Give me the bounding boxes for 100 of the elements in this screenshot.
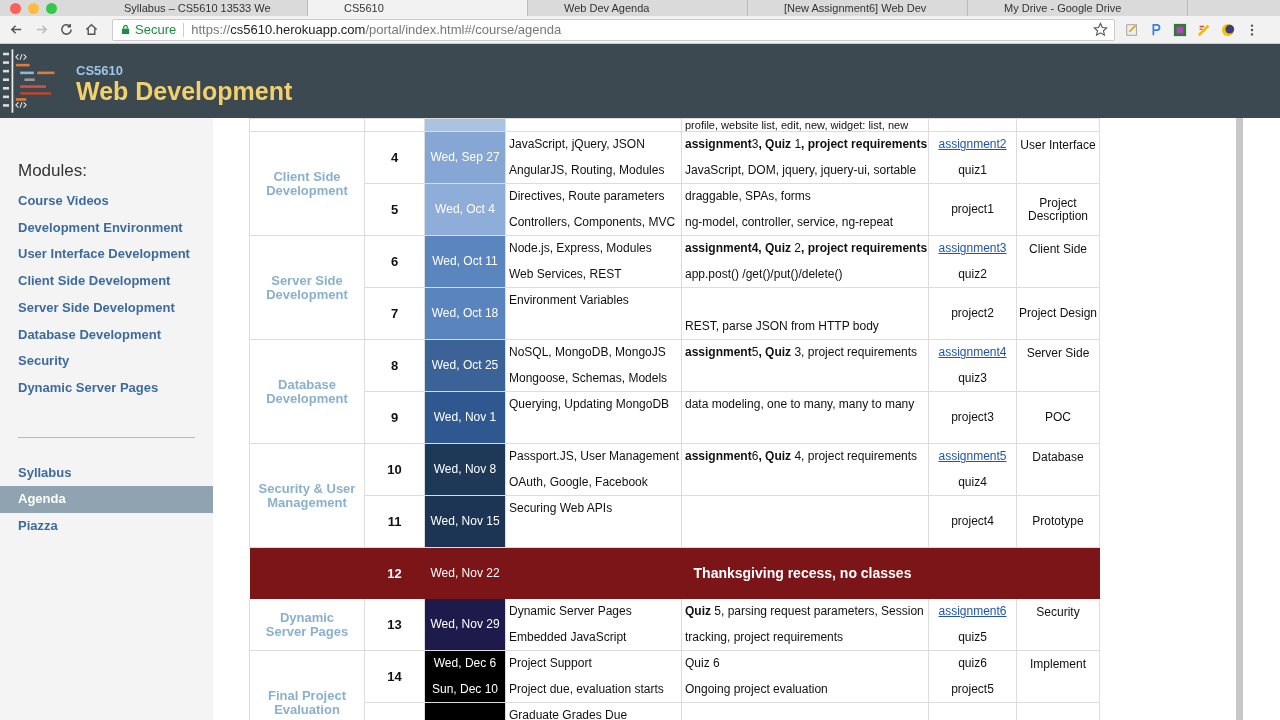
- assignment-link[interactable]: assignment6: [938, 604, 1007, 618]
- topic-text: Embedded JavaScript: [509, 629, 627, 644]
- minimize-dot-icon[interactable]: [28, 2, 39, 14]
- phase-text: Project Description: [1028, 195, 1088, 223]
- topic-text: Mongoose, Schemas, Models: [509, 370, 668, 385]
- due-text: project1: [951, 201, 994, 216]
- due-text: quiz2: [958, 266, 987, 281]
- topic-text: Dynamic Server Pages: [509, 604, 632, 618]
- week-number: 11: [387, 514, 402, 529]
- topic-text: Node.js, Express, Modules: [509, 241, 652, 255]
- phase-text: Project Design: [1018, 306, 1097, 320]
- phase-text: Server Side: [1025, 345, 1091, 360]
- module-link[interactable]: Security: [0, 348, 213, 375]
- content-text: REST, parse JSON from HTTP body: [685, 318, 879, 333]
- url-field[interactable]: Secure https://cs5610.herokuapp.com/portal/index.html#/course/agenda: [112, 18, 1115, 41]
- content-text: draggable, SPAs, forms: [685, 189, 811, 203]
- scrollbar[interactable]: [1236, 118, 1243, 720]
- week-number: 13: [387, 617, 402, 632]
- phase-text: User Interface: [1019, 137, 1097, 152]
- module-link[interactable]: Server Side Development: [0, 294, 213, 322]
- week-number: 8: [390, 358, 399, 373]
- pen-extension-icon[interactable]: [1197, 22, 1211, 37]
- assignment-link[interactable]: assignment3: [938, 241, 1007, 255]
- close-dot-icon[interactable]: [10, 2, 21, 14]
- holiday-note: Thanksgiving recess, no classes: [693, 565, 912, 581]
- topic-text: Querying, Updating MongoDB: [509, 397, 670, 411]
- topic-text: Environment Variables: [509, 293, 629, 307]
- home-icon[interactable]: [84, 22, 99, 37]
- chart-extension-icon[interactable]: [1173, 22, 1187, 37]
- topic-text: JavaScript, jQuery, JSON: [509, 137, 645, 151]
- module-link[interactable]: Course Videos: [0, 188, 213, 215]
- sidebar-link[interactable]: Syllabus: [0, 459, 213, 487]
- module-title: Dynamic Server Pages: [264, 610, 350, 639]
- module-link[interactable]: User Interface Development: [0, 241, 213, 269]
- due-text: quiz3: [958, 370, 987, 385]
- module-title: Database Development: [265, 377, 349, 406]
- module-link[interactable]: Client Side Development: [0, 268, 213, 295]
- module-title: Client Side Development: [265, 169, 349, 198]
- sidebar-heading: Modules:: [17, 161, 88, 181]
- phase-text: Client Side: [1028, 241, 1088, 256]
- date-text: Wed, Sep 27: [430, 148, 500, 166]
- due-text: quiz6: [958, 656, 987, 670]
- date-text: Sun, Dec 10: [430, 680, 499, 698]
- date-text: Wed, Nov 8: [433, 460, 497, 478]
- due-text: quiz5: [958, 629, 987, 644]
- due-text: project5: [951, 681, 994, 696]
- module-link[interactable]: Database Development: [0, 321, 213, 349]
- topic-text: AngularJS, Routing, Modules: [509, 162, 665, 177]
- date-text: Wed, Nov 15: [430, 512, 500, 530]
- topic-text: Project due, evaluation starts: [509, 681, 664, 696]
- course-code: CS5610: [76, 63, 124, 78]
- due-text: quiz4: [958, 474, 987, 489]
- content-text: tracking, project requirements: [685, 629, 844, 644]
- topic-text: Web Services, REST: [509, 266, 622, 281]
- due-text: project2: [951, 305, 994, 320]
- assignment-link[interactable]: assignment4: [938, 345, 1007, 359]
- date-text: Wed, Nov 29: [430, 615, 500, 633]
- week-number: 6: [390, 254, 399, 269]
- week-number: 14: [387, 669, 402, 684]
- module-link[interactable]: Dynamic Server Pages: [0, 374, 213, 402]
- sidebar-link[interactable]: Piazza: [0, 513, 213, 540]
- content-text: Quiz 5, parsing request parameters, Session: [685, 604, 924, 618]
- date-text: Wed, Nov 1: [433, 408, 497, 426]
- date-text: Wed, Oct 4: [435, 200, 495, 218]
- week-number: 10: [387, 462, 402, 477]
- content-text: profile, website list, edit, new, widget: list, new: [685, 119, 909, 131]
- module-title: Server Side Development: [265, 273, 349, 302]
- phase-text: Prototype: [1032, 514, 1084, 528]
- content-text: assignment5, Quiz 3, project requirements: [685, 345, 918, 359]
- due-text: project3: [951, 409, 994, 424]
- week-number: 5: [390, 202, 399, 217]
- week-number: 12: [387, 565, 402, 581]
- reload-icon[interactable]: [59, 22, 74, 37]
- bookmark-star-icon[interactable]: [1093, 22, 1108, 37]
- topic-text: Controllers, Components, MVC: [509, 214, 676, 229]
- content-text: ng-model, controller, service, ng-repeat: [685, 214, 894, 229]
- module-title: Security & User Management: [257, 481, 357, 510]
- due-text: quiz1: [958, 162, 987, 177]
- topic-text: OAuth, Google, Facebook: [509, 474, 648, 489]
- date-text: Wed, Oct 25: [431, 356, 499, 374]
- phase-text: POC: [1045, 410, 1071, 424]
- content-text: app.post() /get()/put()/delete(): [685, 266, 843, 281]
- maximize-dot-icon[interactable]: [46, 2, 57, 14]
- note-extension-icon[interactable]: [1125, 22, 1139, 37]
- date-text: Wed, Dec 6: [432, 655, 498, 672]
- lock-icon: [121, 24, 130, 35]
- content-text: Quiz 6: [685, 656, 720, 670]
- content-text: JavaScript, DOM, jquery, jquery-ui, sortable: [685, 162, 917, 177]
- module-link[interactable]: Development Environment: [0, 214, 213, 242]
- assignment-link[interactable]: assignment5: [938, 449, 1007, 463]
- browser-tab[interactable]: CS5610: [308, 0, 528, 16]
- url-text: https://cs5610.herokuapp.com/portal/index.html#/course/agenda: [191, 22, 562, 37]
- moon-extension-icon[interactable]: [1221, 22, 1235, 37]
- topic-text: Project Support: [509, 656, 592, 670]
- phase-text: Security: [1035, 604, 1081, 619]
- content-text: assignment3, Quiz 1, project requirements: [685, 137, 928, 151]
- week-number: 9: [390, 410, 399, 425]
- assignment-link[interactable]: assignment2: [938, 137, 1007, 151]
- date-text: Wed, Oct 18: [431, 304, 499, 322]
- content-text: assignment6, Quiz 4, project requirements: [685, 449, 918, 463]
